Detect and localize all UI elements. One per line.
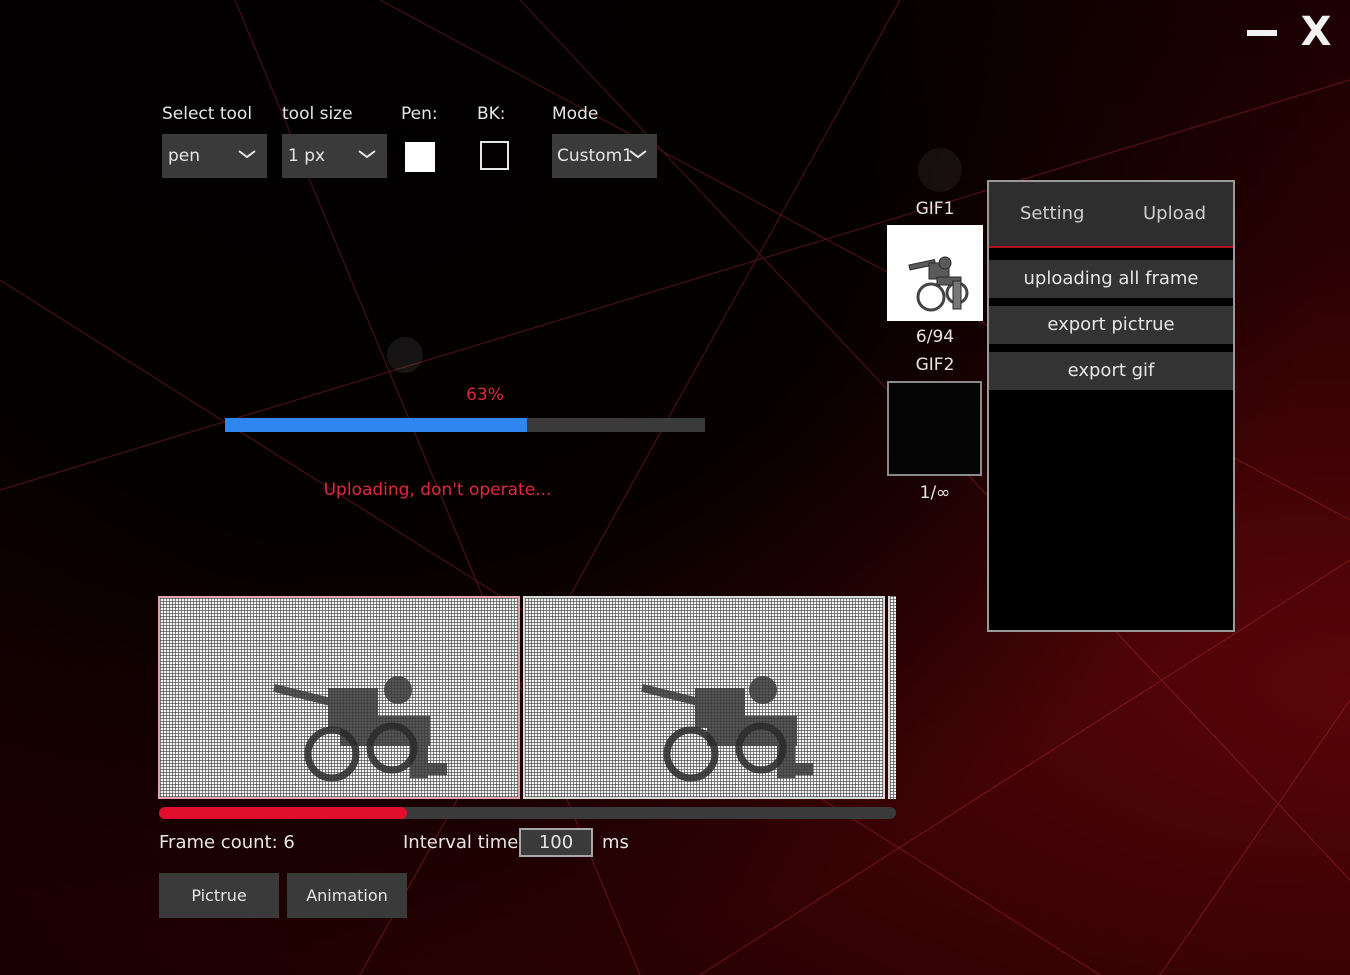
select-tool-value: pen	[168, 146, 201, 166]
frame-count-value: 6	[283, 832, 295, 853]
frame-thumbnail[interactable]	[523, 596, 885, 799]
tool-size-label: tool size	[282, 104, 353, 124]
frame-thumbnail[interactable]	[158, 596, 520, 799]
select-tool-label: Select tool	[162, 104, 253, 124]
uploading-all-frame-button[interactable]: uploading all frame	[989, 260, 1233, 298]
select-tool-dropdown[interactable]: pen	[162, 134, 267, 178]
chevron-down-icon	[629, 150, 647, 159]
background-color-swatch[interactable]	[480, 141, 509, 170]
upload-progress-percent: 63%	[466, 385, 504, 405]
tab-upload[interactable]: Upload	[1143, 182, 1206, 246]
frame-thumbnail[interactable]	[888, 596, 896, 799]
tab-setting[interactable]: Setting	[1020, 182, 1084, 246]
mode-label: Mode	[552, 104, 599, 124]
frames-scrollbar-thumb[interactable]	[159, 807, 407, 819]
upload-status-text: Uploading, don't operate...	[323, 480, 552, 500]
bk-label: BK:	[477, 104, 506, 124]
frames-scrollbar[interactable]	[159, 807, 896, 819]
settings-upload-panel: Setting Upload uploading all frame expor…	[987, 180, 1235, 632]
gif2-label: GIF2	[915, 355, 955, 375]
animation-button[interactable]: Animation	[287, 873, 407, 918]
interval-unit: ms	[602, 832, 629, 853]
gif2-thumbnail[interactable]	[887, 381, 982, 476]
chevron-down-icon	[238, 150, 256, 159]
panel-tab-bar: Setting Upload	[989, 182, 1233, 248]
export-picture-button[interactable]: export pictrue	[989, 306, 1233, 344]
close-icon[interactable]: X	[1296, 10, 1336, 54]
chevron-down-icon	[358, 150, 376, 159]
gif1-label: GIF1	[915, 199, 955, 219]
cannon-image	[641, 676, 813, 782]
frame-count: Frame count: 6	[159, 832, 295, 853]
tool-size-value: 1 px	[288, 146, 326, 166]
pen-color-swatch[interactable]	[405, 142, 435, 172]
gif1-frame-counter: 6/94	[915, 327, 955, 347]
mode-dropdown[interactable]: Custom1	[552, 134, 657, 178]
interval-time-label: Interval time:	[403, 832, 525, 853]
gif1-thumbnail[interactable]	[887, 225, 983, 321]
frame-count-label: Frame count:	[159, 832, 278, 853]
minimize-icon[interactable]	[1247, 30, 1277, 36]
interval-time-input[interactable]: 100	[519, 828, 593, 857]
tool-size-dropdown[interactable]: 1 px	[282, 134, 387, 178]
mode-value: Custom1	[557, 146, 633, 166]
cannon-image	[908, 256, 969, 312]
cannon-image	[273, 676, 447, 782]
upload-progress-fill	[225, 418, 528, 432]
pen-label: Pen:	[401, 104, 438, 124]
picture-button[interactable]: Pictrue	[159, 873, 279, 918]
export-gif-button[interactable]: export gif	[989, 352, 1233, 390]
upload-progress-bar	[225, 418, 705, 432]
gif2-frame-counter: 1/∞	[919, 483, 951, 503]
